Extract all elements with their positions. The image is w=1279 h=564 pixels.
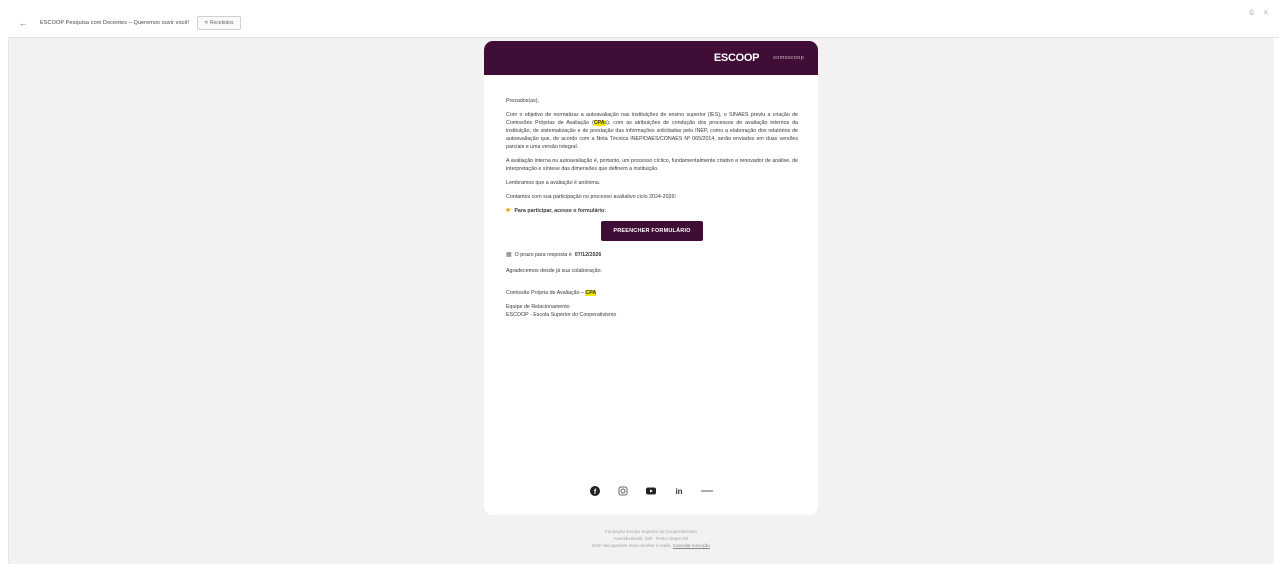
email-content: Prezados(as), Com o objetivo de normatiz… [484,75,818,319]
inbox-label-tag[interactable]: ✕ Recebidos [197,15,241,30]
signature-committee: Comissão Própria de Avaliação – CPA [506,289,798,297]
open-new-window-icon[interactable]: ⇱ [1264,10,1269,17]
highlight-cpa: CPA [593,120,605,126]
signature-org: ESCOOP - Escola Superior do Cooperativis… [506,312,617,318]
deadline-line: ▦ O prazo para resposta é 07/12/2026 [506,251,798,259]
email-footer: Fundação Escola Superior do Cooperativis… [484,528,818,549]
linkedin-icon[interactable]: in [673,485,685,497]
flickr-icon[interactable] [701,485,713,497]
footer-line-2: Avenida Brasil, 160 · Porto Alegre RS [613,536,689,541]
footer-line-3: Este não queiram mais receber e-mails. C… [484,542,818,549]
youtube-icon[interactable] [645,485,657,497]
email-card: ESCOOP somoscoop Prezados(as), Com o obj… [484,41,818,515]
social-links: f in [484,485,818,497]
pointing-hand-icon: ☛ [506,208,512,214]
toolbar-actions: ⎙ ⇱ [1249,10,1269,17]
escoop-logo: ESCOOP [713,52,760,64]
email-toolbar: ← ESCOOP Pesquisa com Docentes – Queremo… [8,8,1279,38]
print-icon[interactable]: ⎙ [1249,10,1254,17]
svg-text:in: in [675,487,682,496]
paragraph-anonimato: Lembramos que a avaliação é anônima. [506,180,601,186]
back-arrow-icon[interactable]: ← [12,12,34,34]
deadline-date: 07/12/2026 [574,252,602,258]
greeting: Prezados(as), [506,98,539,104]
footer-text: Este não queiram mais receber e-mails. [592,543,673,548]
unsubscribe-link[interactable]: Cancelar inscrição [673,543,710,548]
signature-team: Equipe de Relacionamento [506,304,570,310]
paragraph-autoavaliacao: A avaliação interna ou autoavaliação é, … [506,158,798,172]
paragraph-sinaes: Com o objetivo de normatizar a autoavali… [506,111,798,151]
footer-line-1: Fundação Escola Superior do Cooperativis… [605,529,697,534]
tag-label: Recebidos [209,19,234,26]
email-subject: ESCOOP Pesquisa com Docentes – Queremos … [40,19,190,26]
thanks-text: Agradecemos desde já sua colaboração. [506,268,602,274]
deadline-text: O prazo para resposta é [514,252,572,258]
facebook-icon[interactable]: f [589,485,601,497]
close-icon[interactable]: ✕ [204,20,208,26]
highlight-cpa-signature: CPA [585,290,597,296]
cta-intro: ☛ Para participar, acesse o formulário: [506,207,798,215]
calendar-icon: ▦ [506,252,512,258]
fill-form-button[interactable]: PREENCHER FORMULÁRIO [601,221,703,241]
signature-text: Comissão Própria de Avaliação – [506,290,586,296]
somoscoop-logo: somoscoop [773,55,804,61]
cta-intro-text: Para participar, acesse o formulário: [514,208,606,214]
paragraph-participacao: Contamos com sua participação no process… [506,194,676,200]
instagram-icon[interactable] [617,485,629,497]
email-header-banner: ESCOOP somoscoop [484,41,818,75]
